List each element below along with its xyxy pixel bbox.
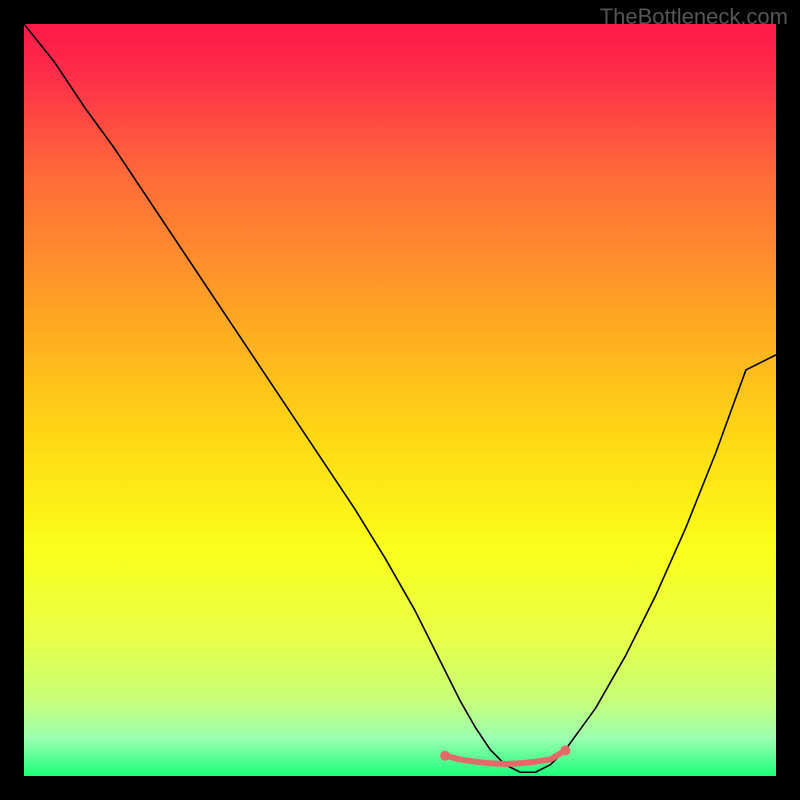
bottom-highlight-point — [560, 745, 570, 755]
watermark: TheBottleneck.com — [600, 4, 788, 30]
chart-svg — [24, 24, 776, 776]
chart-background — [24, 24, 776, 776]
chart-plot-area — [24, 24, 776, 776]
bottom-highlight-point — [440, 751, 450, 761]
